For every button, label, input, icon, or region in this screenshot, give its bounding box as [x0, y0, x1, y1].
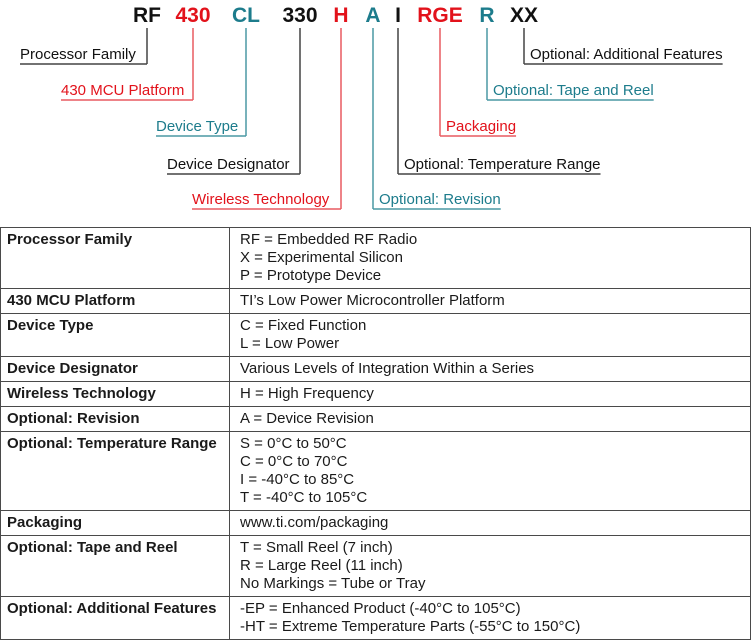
field-name-cell: Packaging: [0, 510, 230, 536]
table-row: Optional: Revision A = Device Revision: [0, 406, 751, 432]
label-device-designator: Device Designator: [167, 156, 290, 173]
label-processor-family: Processor Family: [20, 46, 136, 63]
description-line: I = -40°C to 85°C: [240, 471, 355, 488]
code-segment-430: 430: [175, 4, 210, 27]
code-segment-rf: RF: [133, 4, 161, 27]
table-row: Packaging www.ti.com/packaging: [0, 510, 751, 536]
table-row: 430 MCU Platform TI’s Low Power Microcont…: [0, 288, 751, 314]
label-packaging: Packaging: [446, 118, 516, 135]
code-segment-h: H: [333, 4, 348, 27]
field-description-cell: A = Device Revision: [229, 406, 751, 432]
code-segment-i: I: [395, 4, 401, 27]
code-segment-xx: XX: [510, 4, 538, 27]
field-name-cell: Processor Family: [0, 227, 230, 289]
description-line: C = 0°C to 70°C: [240, 453, 348, 470]
description-line: S = 0°C to 50°C: [240, 435, 347, 452]
label-wireless-technology: Wireless Technology: [192, 191, 330, 208]
description-line: -HT = Extreme Temperature Parts (-55°C t…: [240, 618, 581, 635]
description-line: L = Low Power: [240, 335, 340, 352]
field-description-cell: RF = Embedded RF Radio X = Experimental S…: [229, 227, 751, 289]
label-optional-additional-features: Optional: Additional Features: [530, 46, 723, 63]
field-description-cell: C = Fixed Function L = Low Power: [229, 313, 751, 357]
table-row: Wireless Technology H = High Frequency: [0, 381, 751, 407]
field-description-cell: TI’s Low Power Microcontroller Platform: [229, 288, 751, 314]
description-line: C = Fixed Function: [240, 317, 367, 334]
field-name-cell: Device Type: [0, 313, 230, 357]
field-name-cell: Optional: Additional Features: [0, 596, 230, 640]
table-body: Processor Family RF = Embedded RF Radio X …: [0, 227, 751, 640]
description-line: A = Device Revision: [240, 410, 374, 427]
description-line: P = Prototype Device: [240, 267, 382, 284]
field-description-cell: www.ti.com/packaging: [229, 510, 751, 536]
field-name-cell: Wireless Technology: [0, 381, 230, 407]
label-device-type: Device Type: [156, 118, 238, 135]
code-segment-r: R: [479, 4, 494, 27]
field-name-cell: 430 MCU Platform: [0, 288, 230, 314]
label-430-mcu-platform: 430 MCU Platform: [61, 82, 184, 99]
table-row: Processor Family RF = Embedded RF Radio X …: [0, 227, 751, 289]
table-row: Optional: Tape and Reel T = Small Reel (7…: [0, 535, 751, 597]
field-description-cell: Various Levels of Integration Within a S…: [229, 356, 751, 382]
description-line: RF = Embedded RF Radio: [240, 231, 418, 248]
description-line: Various Levels of Integration Within a S…: [240, 360, 535, 377]
description-line: H = High Frequency: [240, 385, 374, 402]
description-line: -EP = Enhanced Product (-40°C to 105°C): [240, 600, 521, 617]
label-optional-tape-and-reel: Optional: Tape and Reel: [493, 82, 654, 99]
field-description-cell: T = Small Reel (7 inch) R = Large Reel (1…: [229, 535, 751, 597]
description-line: X = Experimental Silicon: [240, 249, 403, 266]
description-line: T = Small Reel (7 inch): [240, 539, 393, 556]
field-name-cell: Optional: Tape and Reel: [0, 535, 230, 597]
description-line: TI’s Low Power Microcontroller Platform: [240, 292, 505, 309]
code-segment-a: A: [365, 4, 380, 27]
table-row: Device Type C = Fixed Function L = Low Pow…: [0, 313, 751, 357]
table-row: Device Designator Various Levels of Integ…: [0, 356, 751, 382]
code-segment-330: 330: [282, 4, 317, 27]
field-description-cell: H = High Frequency: [229, 381, 751, 407]
field-name-cell: Device Designator: [0, 356, 230, 382]
ordering-information-table: Processor Family RF = Embedded RF Radio X …: [0, 227, 751, 640]
label-optional-revision: Optional: Revision: [379, 191, 501, 208]
table-row: Optional: Additional Features -EP = Enhan…: [0, 596, 751, 640]
field-name-cell: Optional: Temperature Range: [0, 431, 230, 511]
code-segment-cl: CL: [232, 4, 260, 27]
table-row: Optional: Temperature Range S = 0°C to 50…: [0, 431, 751, 511]
field-description-cell: -EP = Enhanced Product (-40°C to 105°C) -…: [229, 596, 751, 640]
code-segment-rge: RGE: [417, 4, 463, 27]
field-name-cell: Optional: Revision: [0, 406, 230, 432]
field-description-cell: S = 0°C to 50°C C = 0°C to 70°C I = -40°C …: [229, 431, 751, 511]
description-line: No Markings = Tube or Tray: [240, 575, 426, 592]
description-line: R = Large Reel (11 inch): [240, 557, 403, 574]
description-line: T = -40°C to 105°C: [240, 489, 368, 506]
description-line: www.ti.com/packaging: [240, 514, 389, 531]
label-optional-temperature-range: Optional: Temperature Range: [404, 156, 601, 173]
part-number-diagram: RF 430 CL 330 H A I RGE R XX Processor Family 430 M…: [20, 4, 723, 210]
